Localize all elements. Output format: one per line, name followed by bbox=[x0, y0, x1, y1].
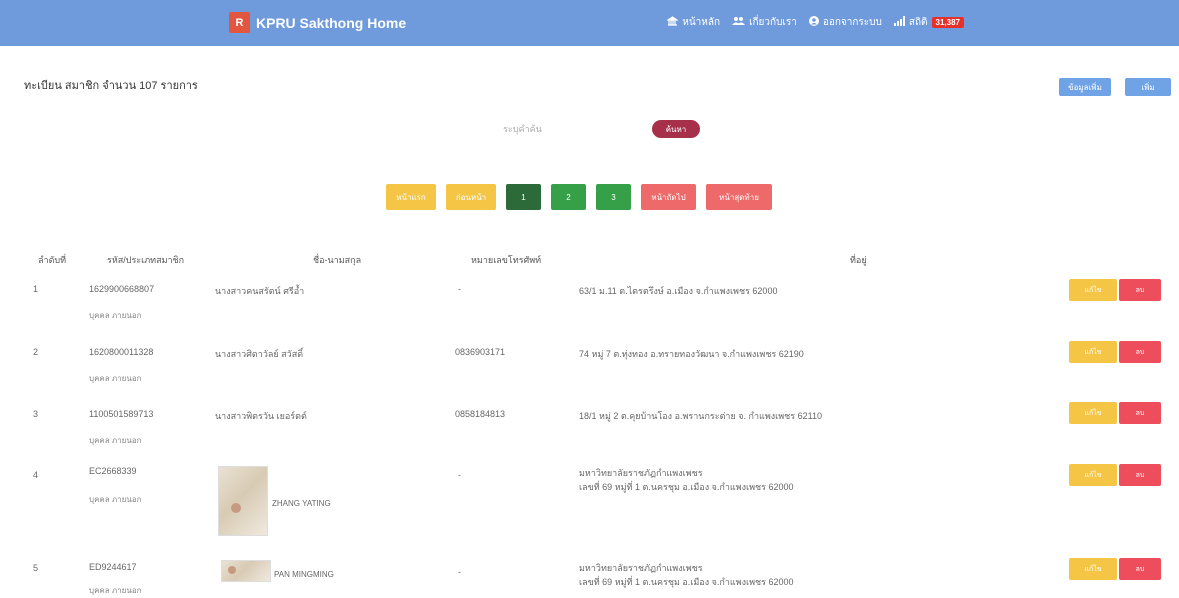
member-type: บุคคล ภายนอก bbox=[89, 495, 142, 504]
row-number: 2 bbox=[33, 347, 39, 357]
member-phone: - bbox=[458, 567, 461, 577]
member-name: นางสาวพิตรวัน เยอร์ตต์ bbox=[215, 411, 307, 421]
nav-logout-label: ออกจากระบบ bbox=[822, 17, 882, 28]
nav-home-link[interactable]: หน้าหลัก bbox=[666, 15, 721, 30]
row-number: 1 bbox=[33, 284, 39, 294]
photo-face bbox=[231, 503, 241, 513]
pagination: หน้าแรก ก่อนหน้า 1 2 3 หน้าถัดไป หน้าสุด… bbox=[386, 184, 772, 210]
member-address-line2: เลขที่ 69 หมู่ที่ 1 ต.นครชุม อ.เมือง จ.ก… bbox=[579, 577, 794, 587]
users-icon bbox=[732, 16, 746, 29]
member-address: มหาวิทยาลัยราชภัฏกำแพงเพชร bbox=[579, 468, 703, 478]
header-no: ลำดับที่ bbox=[38, 255, 67, 265]
member-name: นางสาวคนสรัตน์ ศรีอ้ำ bbox=[215, 286, 305, 296]
photo-face bbox=[228, 566, 236, 574]
edit-button[interactable]: แก้ไข bbox=[1069, 279, 1117, 301]
top-navbar: R KPRU Sakthong Home หน้าหลัก เกี่ยวกับเ… bbox=[0, 0, 1179, 46]
passport-photo bbox=[221, 560, 271, 582]
edit-button[interactable]: แก้ไข bbox=[1069, 464, 1117, 486]
page-button-2[interactable]: 2 bbox=[551, 184, 586, 210]
add-member-button[interactable]: เพิ่ม bbox=[1125, 78, 1171, 96]
member-code: ED9244617 bbox=[89, 562, 137, 572]
nav-about-label: เกี่ยวกับเรา bbox=[749, 17, 797, 28]
member-address: มหาวิทยาลัยราชภัฏกำแพงเพชร bbox=[579, 563, 703, 573]
member-name: PAN MINGMING bbox=[274, 570, 334, 579]
delete-button[interactable]: ลบ bbox=[1119, 341, 1161, 363]
visits-badge: 31,387 bbox=[931, 17, 964, 28]
delete-button[interactable]: ลบ bbox=[1119, 279, 1161, 301]
brand-logo: R bbox=[229, 12, 250, 33]
member-address: 18/1 หมู่ 2 ต.คุยบ้านโอง อ.พรานกระต่าย จ… bbox=[579, 411, 822, 421]
member-code: 1100501589713 bbox=[89, 409, 154, 419]
delete-button[interactable]: ลบ bbox=[1119, 464, 1161, 486]
member-phone: - bbox=[458, 284, 461, 294]
row-number: 5 bbox=[33, 563, 39, 573]
member-address: 74 หมู่ 7 ต.ทุ่งทอง อ.ทรายทองวัฒนา จ.กำแ… bbox=[579, 349, 804, 359]
row-number: 4 bbox=[33, 470, 39, 480]
nav-about-link[interactable]: เกี่ยวกับเรา bbox=[732, 15, 797, 30]
edit-button[interactable]: แก้ไข bbox=[1069, 402, 1117, 424]
page-button-3[interactable]: 3 bbox=[596, 184, 631, 210]
nav-logout-link[interactable]: ออกจากระบบ bbox=[808, 15, 882, 30]
member-phone: - bbox=[458, 470, 461, 480]
search-input[interactable] bbox=[440, 118, 605, 140]
member-name: ZHANG YATING bbox=[272, 499, 331, 508]
search-button[interactable]: ค้นหา bbox=[652, 120, 700, 138]
row-number: 3 bbox=[33, 409, 39, 419]
brand[interactable]: R KPRU Sakthong Home bbox=[229, 12, 406, 33]
member-code: 1620800011328 bbox=[89, 347, 154, 357]
last-page-button[interactable]: หน้าสุดท้าย bbox=[706, 184, 772, 210]
member-type: บุคคล ภายนอก bbox=[89, 311, 142, 320]
header-phone: หมายเลขโทรศัพท์ bbox=[471, 255, 542, 265]
member-code: EC2668339 bbox=[89, 466, 137, 476]
header-address: ที่อยู่ bbox=[850, 255, 867, 265]
delete-button[interactable]: ลบ bbox=[1119, 558, 1161, 580]
passport-photo bbox=[218, 466, 268, 536]
member-type: บุคคล ภายนอก bbox=[89, 374, 142, 383]
brand-title: KPRU Sakthong Home bbox=[256, 14, 407, 31]
member-type: บุคคล ภายนอก bbox=[89, 586, 142, 595]
nav-links: หน้าหลัก เกี่ยวกับเรา ออกจากระบบ สถิติ 3… bbox=[666, 15, 964, 30]
stats-label: สถิติ bbox=[908, 17, 928, 28]
member-phone: 0836903171 bbox=[455, 347, 506, 357]
edit-button[interactable]: แก้ไข bbox=[1069, 558, 1117, 580]
member-address-line2: เลขที่ 69 หมู่ที่ 1 ต.นครชุม อ.เมือง จ.ก… bbox=[579, 482, 794, 492]
header-code: รหัส/ประเภทสมาชิก bbox=[107, 255, 185, 265]
signal-bars-icon bbox=[893, 16, 905, 29]
member-type: บุคคล ภายนอก bbox=[89, 436, 142, 445]
nav-home-label: หน้าหลัก bbox=[682, 17, 721, 28]
member-address: 63/1 ม.11 ต.ไตรตรึงษ์ อ.เมือง จ.กำแพงเพช… bbox=[579, 286, 778, 296]
member-code: 1629900668807 bbox=[89, 284, 155, 294]
extra-info-button[interactable]: ข้อมูลเพิ่ม bbox=[1059, 78, 1111, 96]
member-phone: 0858184813 bbox=[455, 409, 506, 419]
nav-stats: สถิติ 31,387 bbox=[893, 15, 964, 30]
page-title: ทะเบียน สมาชิก จำนวน 107 รายการ bbox=[24, 80, 198, 92]
edit-button[interactable]: แก้ไข bbox=[1069, 341, 1117, 363]
next-page-button[interactable]: หน้าถัดไป bbox=[641, 184, 696, 210]
header-name: ชื่อ-นามสกุล bbox=[313, 255, 362, 265]
delete-button[interactable]: ลบ bbox=[1119, 402, 1161, 424]
prev-page-button[interactable]: ก่อนหน้า bbox=[446, 184, 496, 210]
user-circle-icon bbox=[808, 16, 819, 29]
home-icon bbox=[666, 16, 680, 29]
page-button-1[interactable]: 1 bbox=[506, 184, 541, 210]
first-page-button[interactable]: หน้าแรก bbox=[386, 184, 436, 210]
member-name: นางสาวศิดาวัลย์ สวัสดิ์ bbox=[215, 349, 304, 359]
